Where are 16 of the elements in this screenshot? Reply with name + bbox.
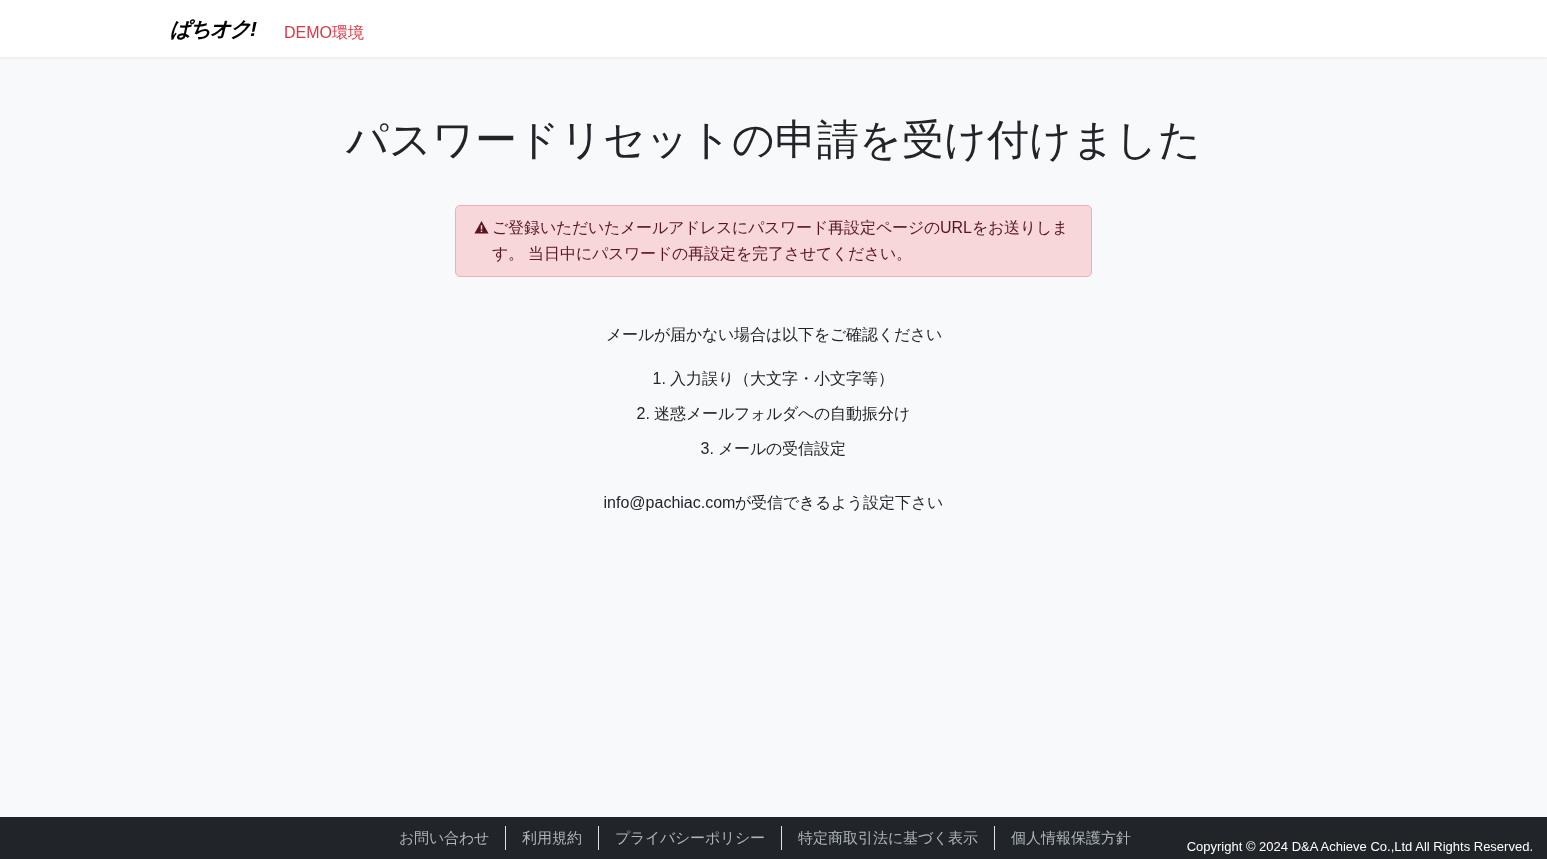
copyright-text: Copyright © 2024 D&A Achieve Co.,Ltd All Rights Reserved. bbox=[1186, 837, 1533, 856]
logo[interactable]: ぱちオク! bbox=[170, 18, 256, 39]
footer-link[interactable]: 利用規約 bbox=[504, 826, 598, 850]
page-title: パスワードリセットの申請を受け付けました bbox=[346, 119, 1201, 161]
checklist-item: 1. 入力誤り（大文字・小文字等） bbox=[652, 369, 895, 389]
alert-message: ご登録いただいたメールアドレスにパスワード再設定ページのURLをお送りします。 当日中にパスワードの再設定を完了させてください。 bbox=[492, 218, 1069, 264]
footer-link[interactable]: 特定商取引法に基づく表示 bbox=[780, 826, 994, 850]
footer-link[interactable]: 個人情報保護方針 bbox=[993, 826, 1147, 850]
environment-label: DEMO環境 bbox=[284, 22, 364, 43]
footer-link[interactable]: プライバシーポリシー bbox=[597, 826, 781, 850]
checklist-item: 2. 迷惑メールフォルダへの自動振分け bbox=[636, 404, 911, 424]
checklist-item: 3. メールの受信設定 bbox=[700, 439, 847, 459]
intro-text: メールが届かない場合は以下をご確認ください bbox=[605, 325, 942, 345]
warning-icon bbox=[474, 220, 489, 235]
note-text: info@pachiac.comが受信できるよう設定下さい bbox=[603, 493, 944, 513]
footer-link[interactable]: お問い合わせ bbox=[382, 826, 505, 850]
